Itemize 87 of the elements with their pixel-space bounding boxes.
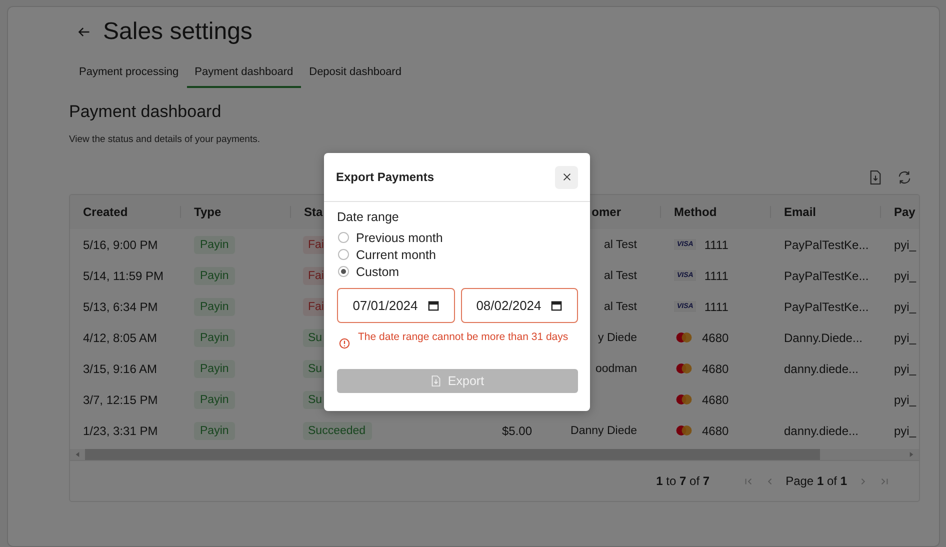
table-cell: al Test: [604, 270, 637, 282]
table-cell: pyi_: [894, 268, 916, 282]
column-header[interactable]: Type: [194, 205, 222, 219]
table-cell: oodman: [595, 362, 637, 374]
radio-button[interactable]: [338, 249, 349, 260]
status-tag: Succeeded: [303, 422, 372, 440]
column-header[interactable]: Created: [83, 205, 128, 219]
download-file-icon: [430, 375, 441, 387]
table-cell: 4680: [702, 362, 729, 376]
table-cell: 3/15, 9:16 AM: [83, 362, 158, 376]
table-cell: 4680: [702, 392, 729, 406]
field-label: Date range: [337, 210, 400, 224]
column-header[interactable]: Pay: [894, 205, 916, 219]
type-tag: Payin: [194, 298, 235, 316]
download-file-icon[interactable]: [869, 170, 882, 185]
horizontal-scrollbar[interactable]: [70, 449, 919, 460]
section-title: Payment dashboard: [69, 102, 222, 122]
table-cell: 4680: [702, 424, 729, 438]
column-header[interactable]: Sta: [304, 205, 323, 219]
table-cell: 5/14, 11:59 PM: [83, 268, 164, 282]
error-icon: [339, 338, 350, 349]
radio-label[interactable]: Custom: [356, 264, 400, 278]
table-cell: 1/23, 3:31 PM: [83, 424, 158, 438]
table-cell: pyi_: [894, 300, 916, 314]
tab[interactable]: Deposit dashboard: [301, 63, 410, 88]
type-tag: Payin: [194, 390, 235, 408]
column-header[interactable]: Method: [674, 205, 717, 219]
column-header[interactable]: Email: [784, 205, 816, 219]
table-cell: al Test: [604, 238, 637, 250]
radio-button[interactable]: [338, 266, 349, 277]
type-tag: Payin: [194, 266, 235, 284]
error-message: The date range cannot be more than 31 days: [358, 332, 568, 343]
radio-button[interactable]: [338, 232, 349, 243]
table-cell: 5/16, 9:00 PM: [83, 238, 158, 252]
back-arrow-icon[interactable]: [77, 25, 91, 39]
table-cell: Danny Diede: [570, 424, 637, 436]
table-cell: y Diede: [598, 332, 637, 344]
table-cell: 4680: [702, 330, 729, 344]
next-page-icon[interactable]: [859, 476, 868, 486]
close-button[interactable]: [555, 166, 578, 188]
type-tag: Payin: [194, 328, 235, 346]
table-cell: danny.diede...: [784, 362, 859, 376]
page-indicator: Page 1 of 1: [786, 474, 847, 488]
date-field[interactable]: 08/02/2024: [460, 288, 578, 323]
table-cell: pyi_: [894, 424, 916, 438]
calendar-icon[interactable]: [551, 300, 562, 311]
table-cell: 4/12, 8:05 AM: [83, 330, 158, 344]
card-brand-icon: [674, 393, 694, 406]
table-cell: Danny.Diede...: [784, 330, 862, 344]
radio-label[interactable]: Current month: [356, 248, 436, 262]
dialog-title: Export Payments: [336, 170, 434, 184]
table-cell: 1111: [704, 268, 728, 282]
type-tag: Payin: [194, 422, 235, 440]
scroll-right-icon[interactable]: [909, 452, 914, 457]
calendar-icon[interactable]: [428, 300, 439, 311]
close-icon[interactable]: [562, 173, 570, 181]
table-cell: 5/13, 6:34 PM: [83, 300, 158, 314]
table-cell: danny.diede...: [784, 424, 859, 438]
section-subtitle: View the status and details of your payments.: [69, 134, 261, 145]
type-tag: Payin: [194, 236, 235, 254]
card-brand-icon: [674, 331, 694, 344]
last-page-icon[interactable]: [880, 476, 889, 486]
column-header[interactable]: omer: [592, 205, 661, 219]
table-cell: PayPalTestKe...: [784, 300, 869, 314]
tab[interactable]: Payment processing: [71, 63, 187, 88]
table-cell: pyi_: [894, 238, 916, 252]
card-brand-icon: [674, 362, 694, 375]
table-cell: 1111: [704, 300, 728, 314]
scroll-left-icon[interactable]: [75, 452, 80, 457]
type-tag: Payin: [194, 360, 235, 378]
tab[interactable]: Payment dashboard: [186, 63, 302, 88]
table-cell: 1111: [704, 238, 728, 252]
table-cell: PayPalTestKe...: [784, 238, 869, 252]
table-cell: 3/7, 12:15 PM: [83, 392, 158, 406]
table-cell: pyi_: [894, 362, 916, 376]
table-cell: pyi_: [894, 330, 916, 344]
table-cell: PayPalTestKe...: [784, 268, 869, 282]
first-page-icon[interactable]: [744, 476, 753, 486]
radio-label[interactable]: Previous month: [356, 230, 443, 244]
page-title: Sales settings: [103, 18, 252, 46]
table-cell: pyi_: [894, 392, 916, 406]
table-cell: $5.00: [502, 424, 532, 438]
table-cell: al Test: [604, 300, 637, 312]
row-count: 1 to 7 of 7: [656, 474, 710, 488]
refresh-icon[interactable]: [897, 170, 912, 185]
date-field[interactable]: 07/01/2024: [337, 288, 454, 323]
card-brand-icon: [674, 424, 694, 437]
